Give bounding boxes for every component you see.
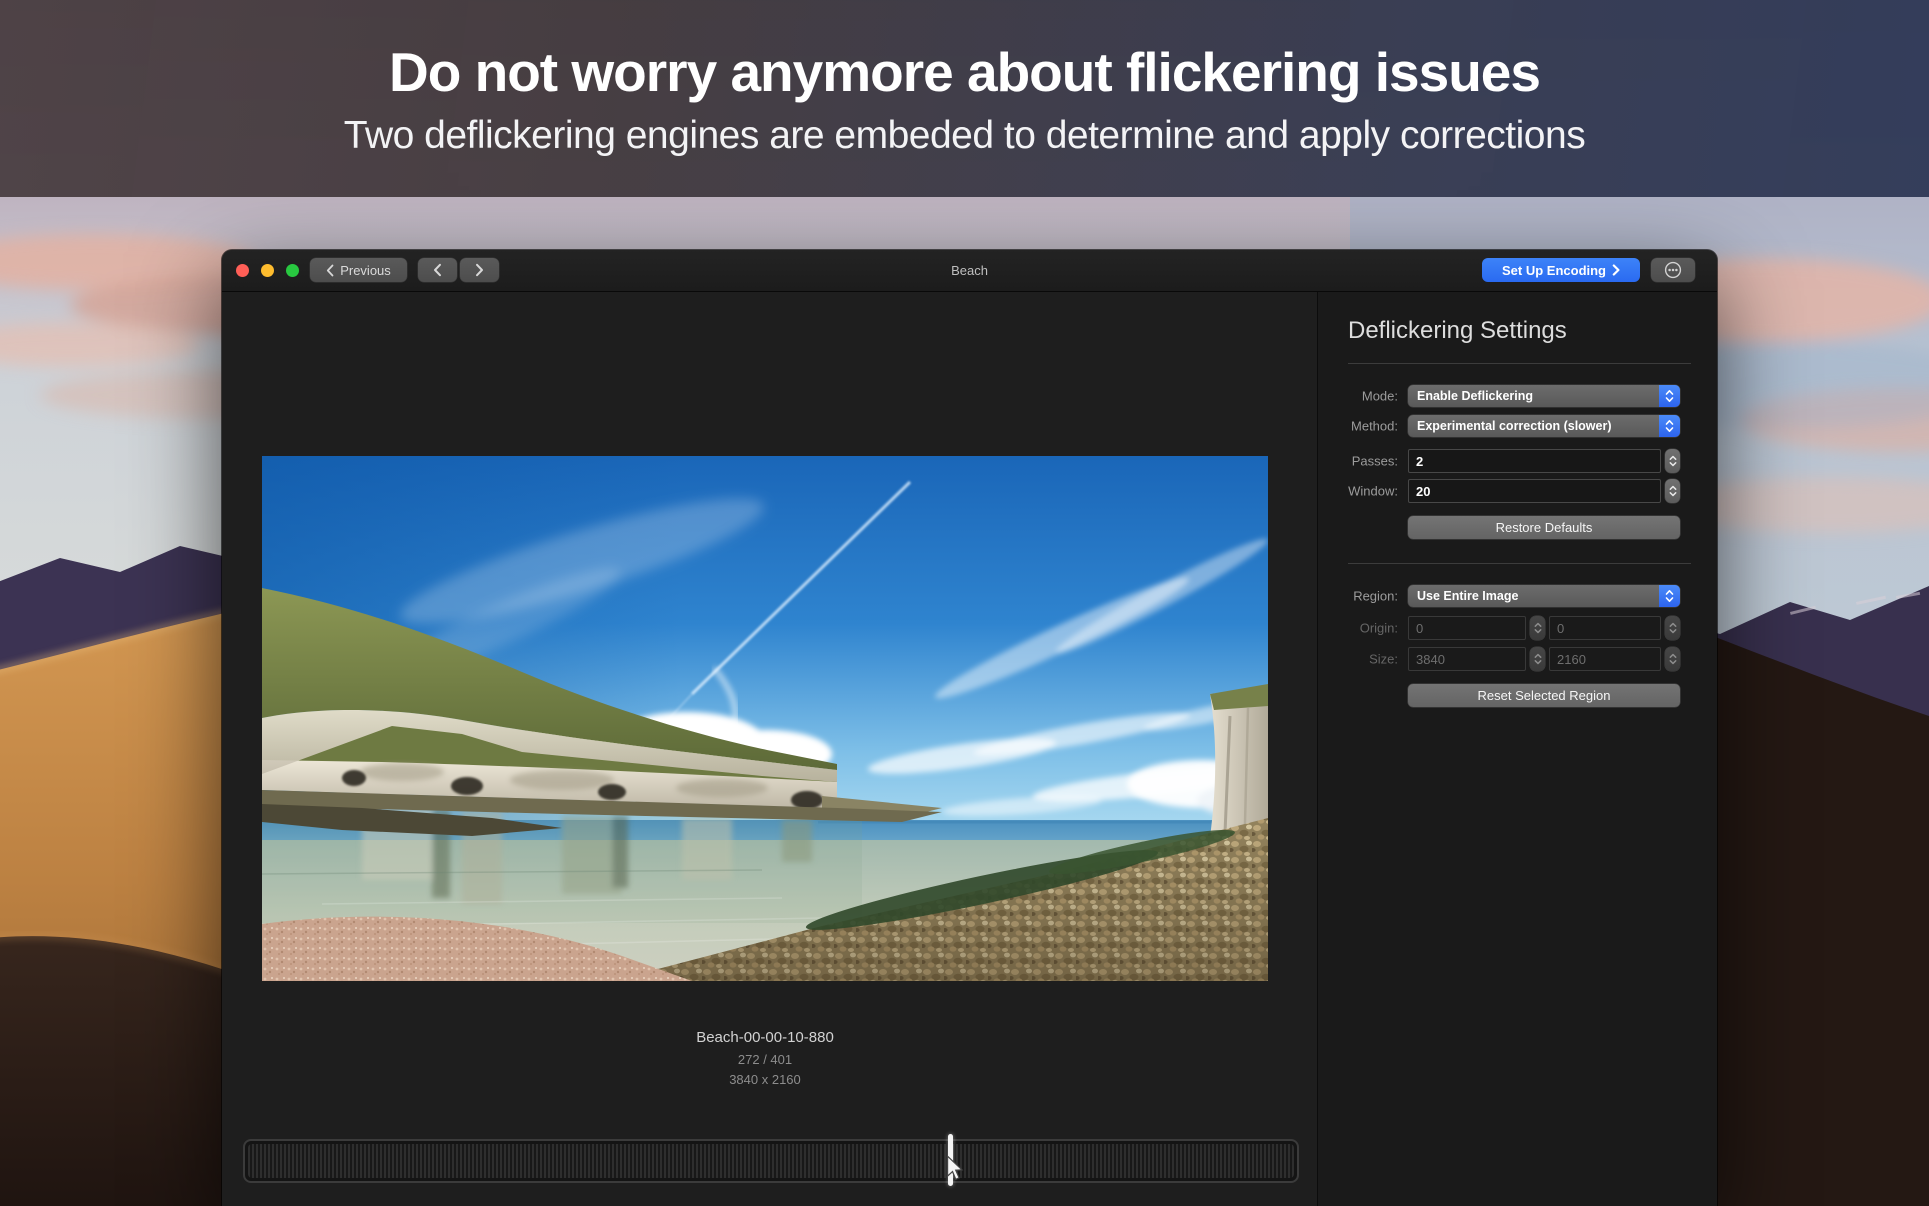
origin-x-stepper — [1530, 616, 1545, 640]
frame-resolution: 3840 x 2160 — [262, 1072, 1268, 1087]
restore-defaults-button[interactable]: Restore Defaults — [1408, 516, 1680, 539]
reset-selected-region-button[interactable]: Reset Selected Region — [1408, 684, 1680, 707]
passes-input[interactable] — [1408, 449, 1661, 473]
back-button[interactable] — [418, 258, 457, 282]
chevron-right-icon — [475, 263, 484, 277]
passes-row: Passes: — [1318, 449, 1717, 473]
size-label: Size: — [1318, 652, 1398, 667]
origin-row: Origin: — [1318, 616, 1717, 640]
window-row: Window: — [1318, 479, 1717, 503]
window-stepper[interactable] — [1665, 479, 1680, 503]
origin-y-stepper — [1665, 616, 1680, 640]
ellipsis-circle-icon — [1663, 260, 1683, 280]
set-up-encoding-label: Set Up Encoding — [1502, 263, 1606, 278]
up-down-chevrons-icon — [1659, 385, 1680, 407]
deflickering-settings-panel: Deflickering Settings Mode: Enable Defli… — [1317, 292, 1717, 1206]
set-up-encoding-button[interactable]: Set Up Encoding — [1482, 258, 1640, 282]
previous-button-label: Previous — [340, 263, 391, 278]
origin-label: Origin: — [1318, 621, 1398, 636]
method-popup-value: Experimental correction (slower) — [1408, 419, 1659, 433]
region-popup[interactable]: Use Entire Image — [1408, 585, 1680, 607]
method-popup[interactable]: Experimental correction (slower) — [1408, 415, 1680, 437]
preview-area: Beach-00-00-10-880 272 / 401 3840 x 2160 — [222, 292, 1317, 1206]
app-window: Previous Beach Set Up Encoding — [222, 250, 1717, 1206]
up-down-chevrons-icon — [1659, 585, 1680, 607]
window-input[interactable] — [1408, 479, 1661, 503]
mode-popup[interactable]: Enable Deflickering — [1408, 385, 1680, 407]
chevron-left-icon — [326, 264, 334, 277]
mode-label: Mode: — [1318, 389, 1398, 404]
chevron-left-icon — [433, 263, 442, 277]
divider — [1348, 563, 1691, 564]
zoom-window-button[interactable] — [286, 264, 299, 277]
timeline-scrubber[interactable] — [243, 1139, 1299, 1183]
panel-title: Deflickering Settings — [1348, 317, 1567, 345]
size-width-stepper — [1530, 647, 1545, 671]
more-options-button[interactable] — [1651, 258, 1695, 282]
passes-stepper[interactable] — [1665, 449, 1680, 473]
titlebar: Previous Beach Set Up Encoding — [222, 250, 1717, 292]
origin-x-input — [1408, 616, 1526, 640]
size-height-input — [1549, 647, 1661, 671]
banner-subtitle: Two deflickering engines are embeded to … — [344, 114, 1585, 158]
banner-title: Do not worry anymore about flickering is… — [389, 40, 1540, 104]
frame-preview-image — [262, 456, 1268, 981]
frame-position: 272 / 401 — [262, 1052, 1268, 1067]
mouse-cursor — [945, 1155, 965, 1181]
window-body: Beach-00-00-10-880 272 / 401 3840 x 2160… — [222, 292, 1717, 1206]
up-down-chevrons-icon — [1659, 415, 1680, 437]
desktop-screen: Do not worry anymore about flickering is… — [0, 0, 1929, 1206]
size-height-stepper — [1665, 647, 1680, 671]
window-label: Window: — [1318, 484, 1398, 499]
minimize-window-button[interactable] — [261, 264, 274, 277]
method-label: Method: — [1318, 419, 1398, 434]
forward-button[interactable] — [460, 258, 499, 282]
timeline-frame-ticks — [248, 1144, 1294, 1178]
size-row: Size: — [1318, 647, 1717, 671]
chevron-right-icon — [1612, 264, 1620, 276]
mode-popup-value: Enable Deflickering — [1408, 389, 1659, 403]
close-window-button[interactable] — [236, 264, 249, 277]
marketing-banner: Do not worry anymore about flickering is… — [0, 0, 1929, 197]
region-popup-value: Use Entire Image — [1408, 589, 1659, 603]
divider — [1348, 363, 1691, 364]
passes-label: Passes: — [1318, 454, 1398, 469]
frame-caption: Beach-00-00-10-880 272 / 401 3840 x 2160 — [262, 1029, 1268, 1087]
size-width-input — [1408, 647, 1526, 671]
origin-y-input — [1549, 616, 1661, 640]
mode-row: Mode: Enable Deflickering — [1318, 385, 1717, 407]
region-row: Region: Use Entire Image — [1318, 585, 1717, 607]
frame-filename: Beach-00-00-10-880 — [262, 1029, 1268, 1046]
region-label: Region: — [1318, 589, 1398, 604]
method-row: Method: Experimental correction (slower) — [1318, 415, 1717, 437]
previous-button[interactable]: Previous — [310, 258, 407, 282]
